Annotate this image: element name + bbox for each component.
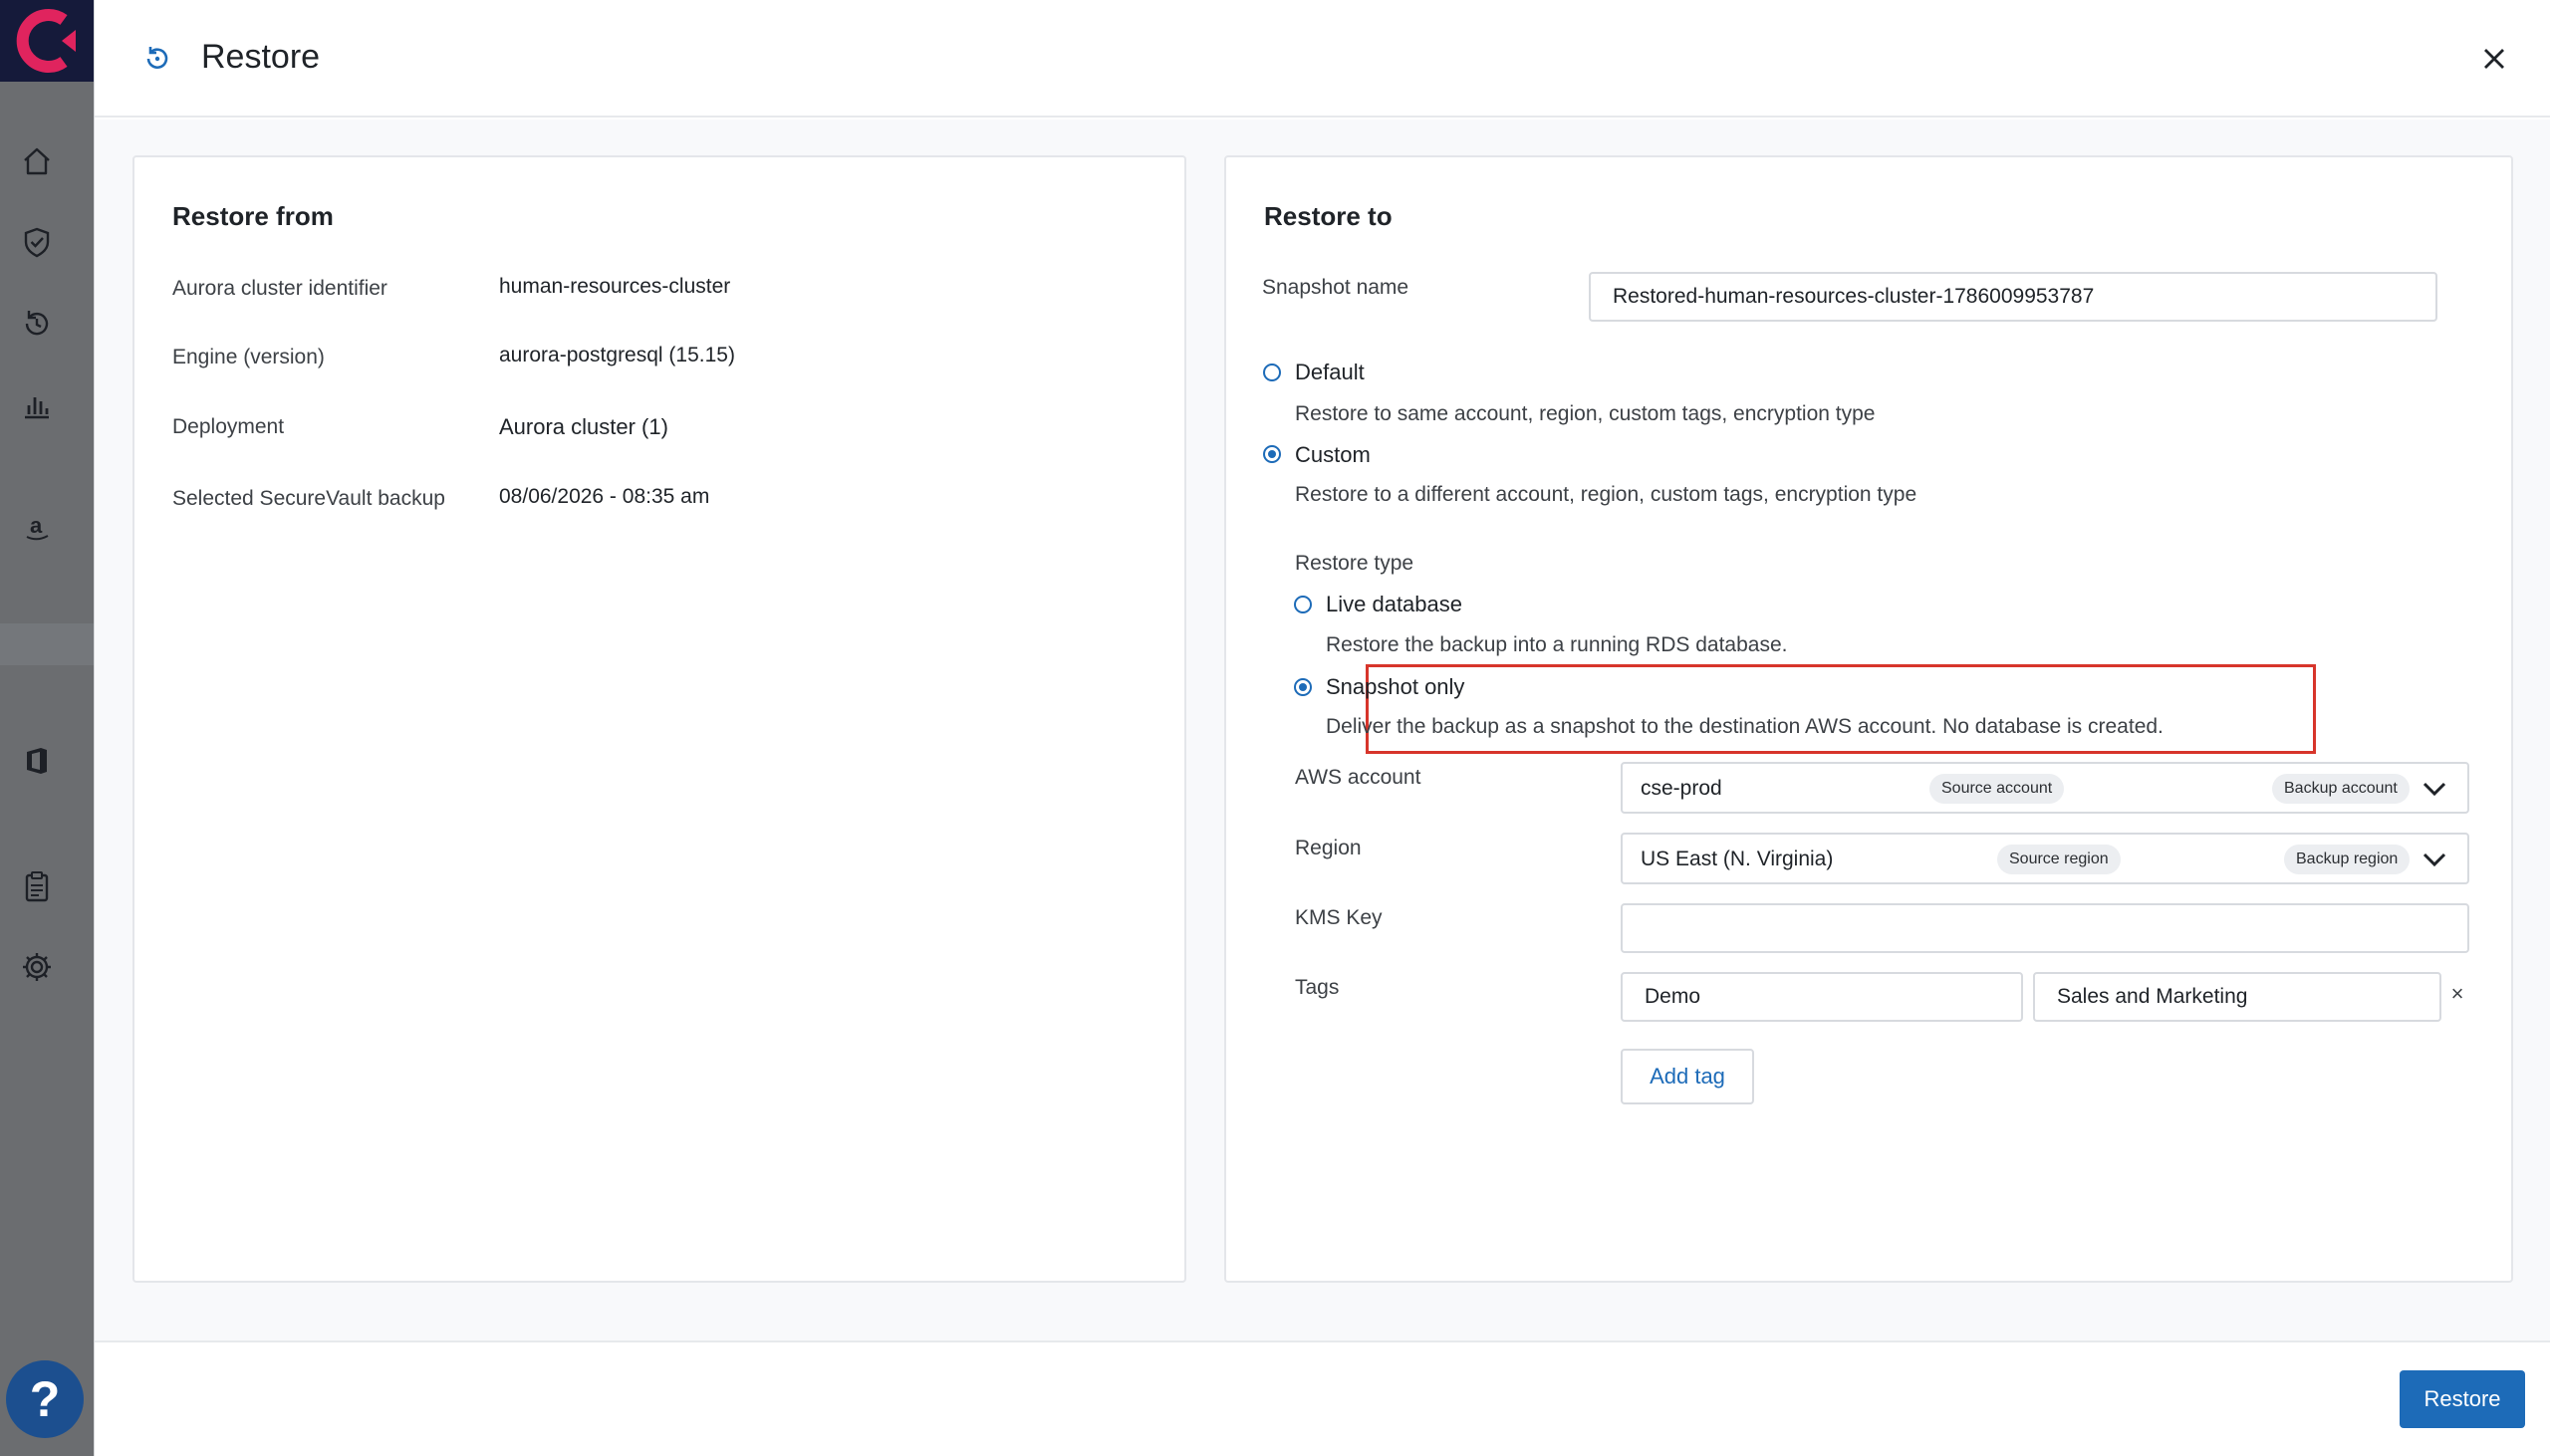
restore-from-card: Restore from Aurora cluster identifier h… <box>132 155 1186 1283</box>
custom-radio-description: Restore to a different account, region, … <box>1295 483 1917 506</box>
modal-footer: Restore <box>95 1340 2550 1456</box>
deployment-value: Aurora cluster (1) <box>499 414 668 439</box>
tag-key-input[interactable] <box>1621 972 2023 1022</box>
restore-modal: Restore Restore from Aurora cluster iden… <box>94 0 2550 1456</box>
home-icon[interactable] <box>17 141 57 181</box>
backup-account-badge: Backup account <box>2272 774 2410 804</box>
aws-account-value: cse-prod <box>1641 777 1722 800</box>
active-nav-highlight <box>0 623 94 665</box>
help-icon: ? <box>29 1371 61 1427</box>
region-value: US East (N. Virginia) <box>1641 848 1834 870</box>
restore-submit-button[interactable]: Restore <box>2400 1370 2525 1428</box>
default-radio[interactable] <box>1263 364 1281 381</box>
restore-history-icon[interactable] <box>17 304 57 344</box>
default-radio-description: Restore to same account, region, custom … <box>1295 402 1876 425</box>
restore-to-title: Restore to <box>1264 201 1393 231</box>
office-icon[interactable] <box>17 741 57 781</box>
aws-account-select[interactable]: cse-prod Source account Backup account <box>1621 762 2469 814</box>
restore-type-label: Restore type <box>1295 552 1414 575</box>
tag-value-input[interactable] <box>2033 972 2441 1022</box>
snapshot-name-input[interactable] <box>1589 272 2437 322</box>
restore-icon <box>146 47 168 69</box>
source-account-badge: Source account <box>1929 774 2065 804</box>
kms-key-input[interactable] <box>1621 903 2469 953</box>
live-database-description: Restore the backup into a running RDS da… <box>1326 633 1788 656</box>
modal-header: Restore <box>95 0 2550 118</box>
amazon-icon[interactable]: a <box>17 508 57 548</box>
region-label: Region <box>1295 837 1362 859</box>
default-radio-label[interactable]: Default <box>1295 360 1365 385</box>
live-database-label[interactable]: Live database <box>1326 592 1462 617</box>
app-logo[interactable] <box>0 0 94 82</box>
chevron-down-icon <box>2422 852 2446 867</box>
kms-key-label: KMS Key <box>1295 906 1383 929</box>
snapshot-only-highlight <box>1366 664 2316 754</box>
restore-from-title: Restore from <box>172 201 334 231</box>
aws-account-label: AWS account <box>1295 766 1421 789</box>
close-button[interactable] <box>2475 40 2513 78</box>
engine-version-label: Engine (version) <box>172 346 325 368</box>
source-region-badge: Source region <box>1997 845 2121 874</box>
snapshot-only-radio[interactable] <box>1294 678 1312 696</box>
bar-chart-icon[interactable] <box>17 385 57 425</box>
chevron-down-icon <box>2422 782 2446 797</box>
clipboard-icon[interactable] <box>17 866 57 906</box>
deployment-label: Deployment <box>172 415 285 438</box>
region-select[interactable]: US East (N. Virginia) Source region Back… <box>1621 833 2469 884</box>
selected-backup-label: Selected SecureVault backup <box>172 487 445 510</box>
app-sidebar: a ? <box>0 0 94 1456</box>
add-tag-button[interactable]: Add tag <box>1621 1049 1754 1104</box>
close-icon <box>2484 49 2504 69</box>
svg-text:a: a <box>30 513 43 538</box>
engine-version-value: aurora-postgresql (15.15) <box>499 344 735 366</box>
selected-backup-value: 08/06/2026 - 08:35 am <box>499 485 710 508</box>
backup-region-badge: Backup region <box>2284 845 2411 874</box>
custom-radio[interactable] <box>1263 445 1281 463</box>
modal-title: Restore <box>201 38 321 76</box>
help-button[interactable]: ? <box>6 1360 84 1438</box>
cluster-identifier-value: human-resources-cluster <box>499 275 731 298</box>
gear-icon[interactable] <box>17 947 57 987</box>
live-database-radio[interactable] <box>1294 596 1312 613</box>
snapshot-only-description: Deliver the backup as a snapshot to the … <box>1326 715 2164 738</box>
snapshot-name-label: Snapshot name <box>1262 276 1409 299</box>
snapshot-only-label[interactable]: Snapshot only <box>1326 674 1464 700</box>
cluster-identifier-label: Aurora cluster identifier <box>172 277 387 300</box>
tags-label: Tags <box>1295 976 1340 999</box>
brand-logo-icon <box>16 9 76 73</box>
custom-radio-label[interactable]: Custom <box>1295 442 1371 468</box>
remove-tag-icon[interactable]: × <box>2446 981 2468 1006</box>
shield-check-icon[interactable] <box>17 222 57 262</box>
